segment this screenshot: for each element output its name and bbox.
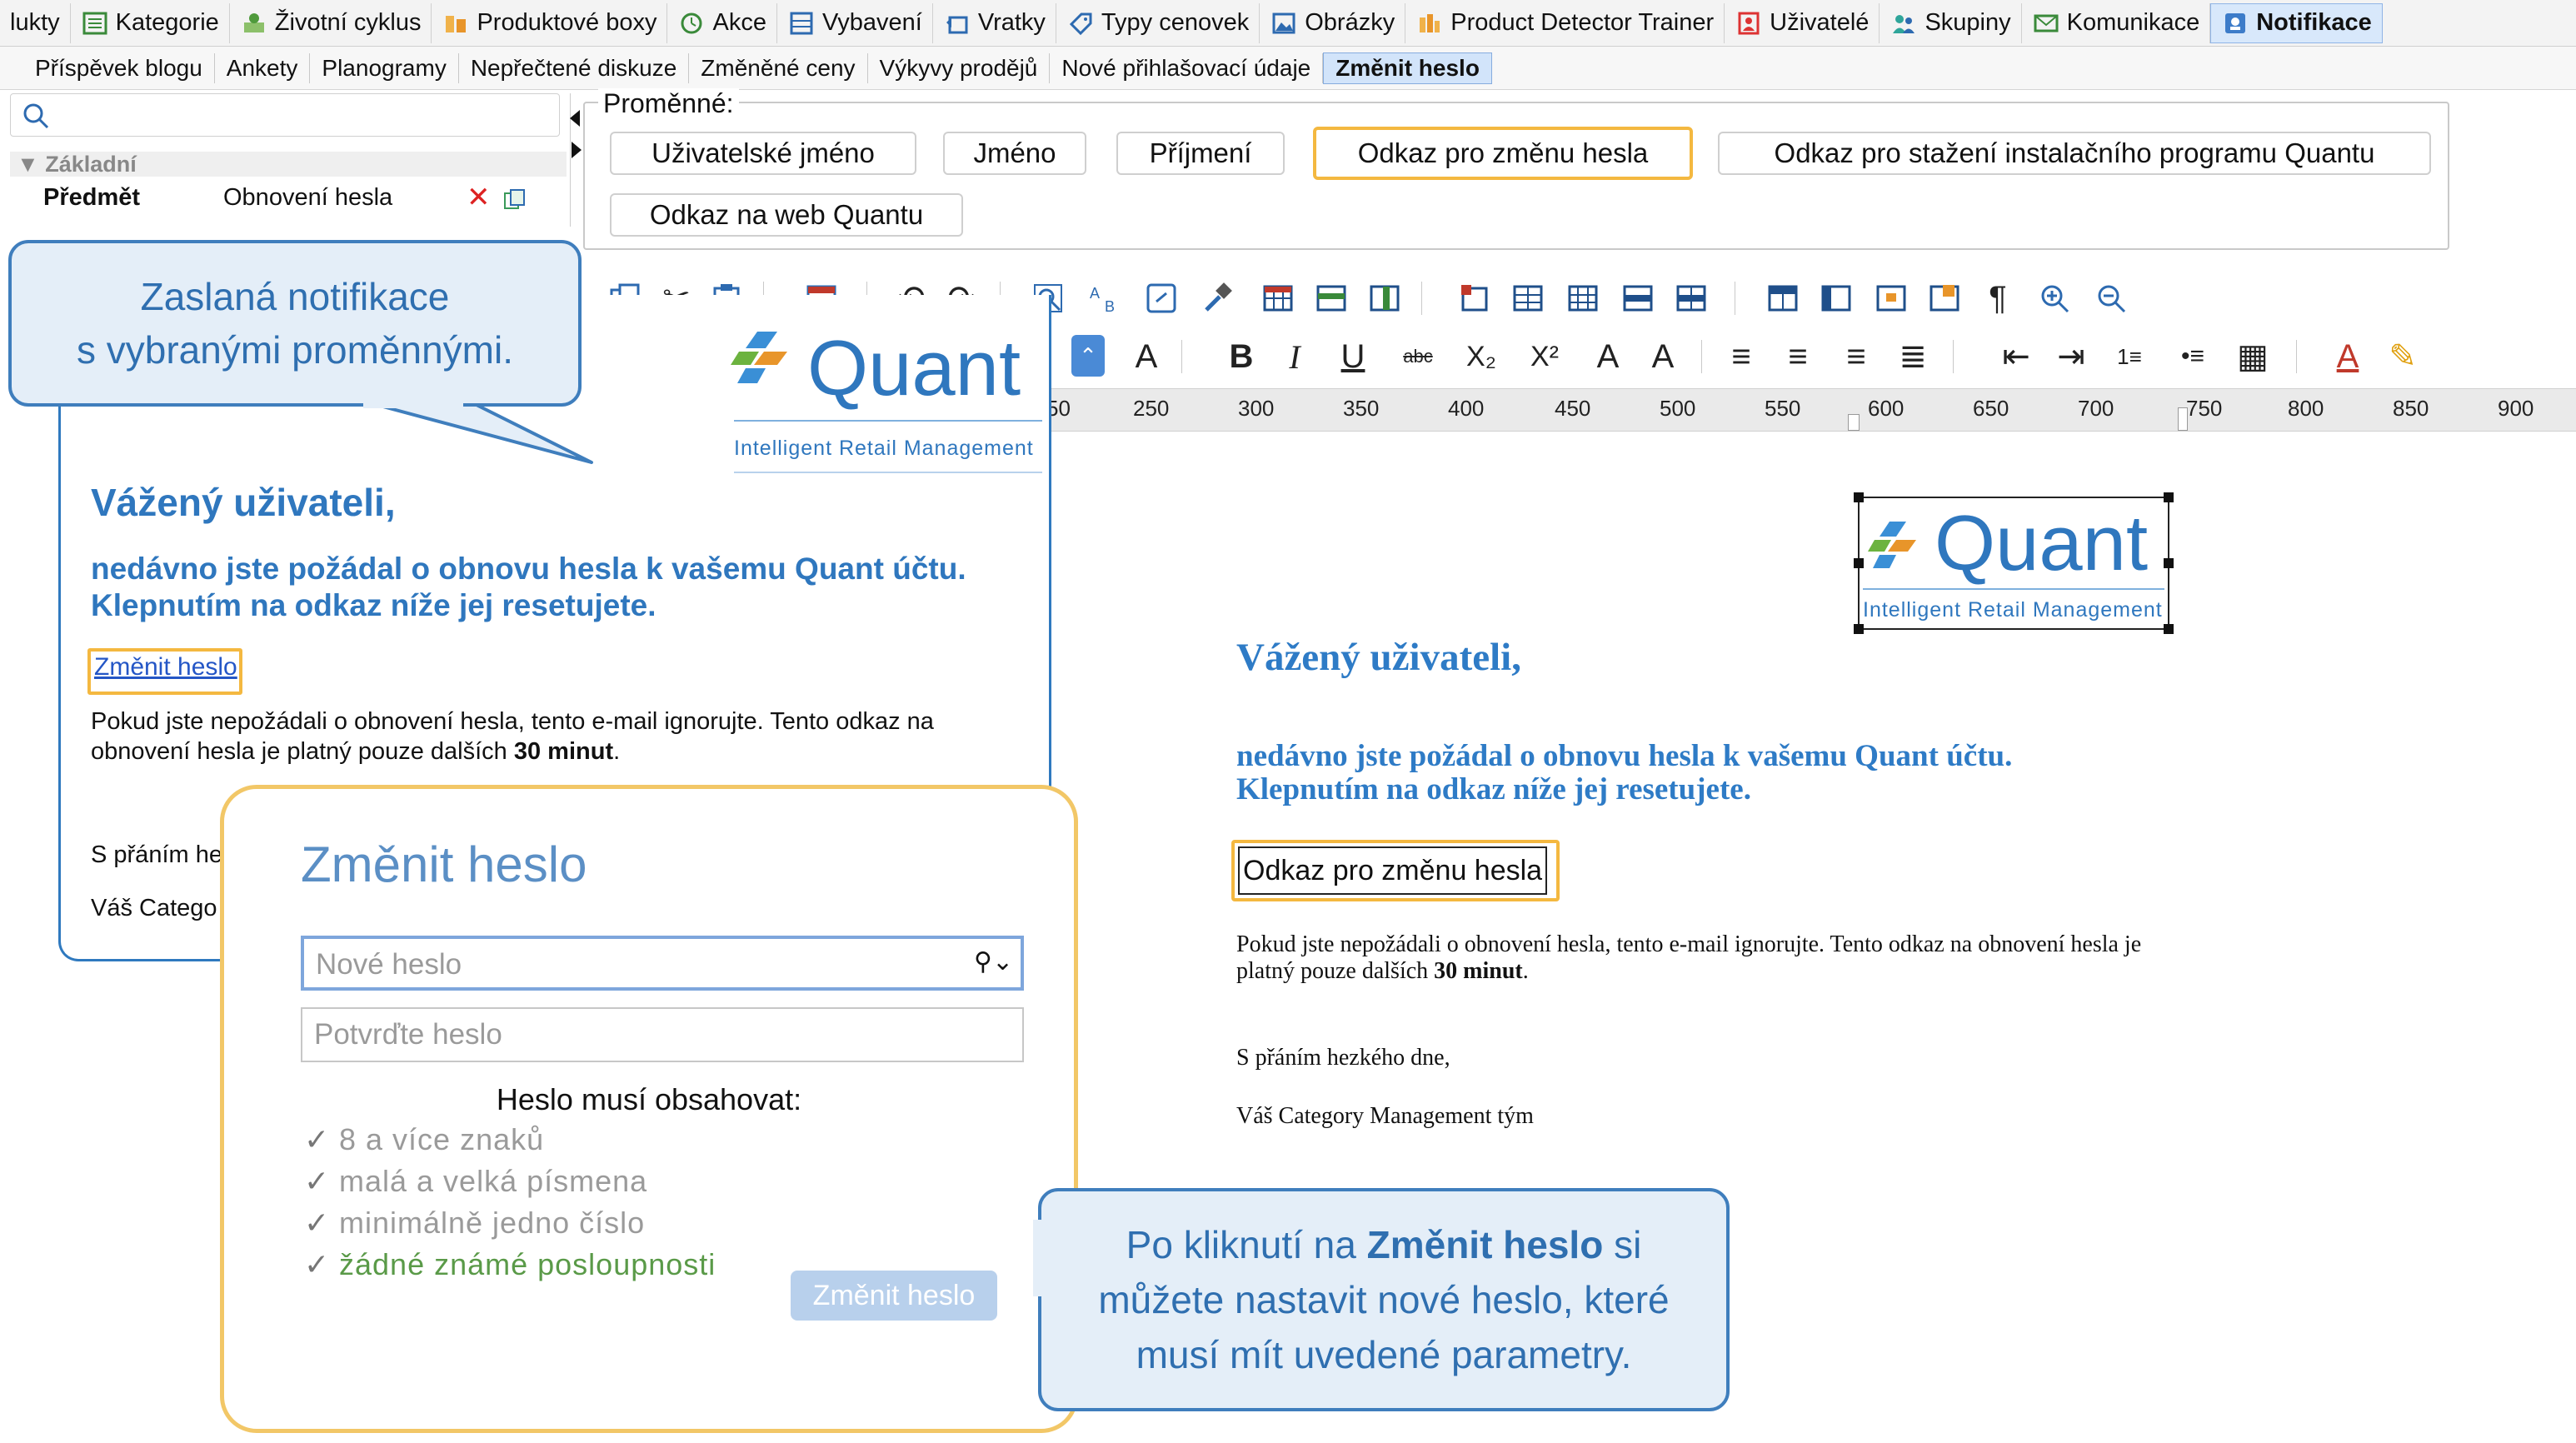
requirement-item: ✓ žádné známé posloupnosti bbox=[304, 1247, 716, 1282]
callout2-joint bbox=[1033, 1220, 1043, 1296]
requirements-heading: Heslo musí obsahovat: bbox=[496, 1082, 802, 1116]
check-icon: ✓ bbox=[304, 1247, 331, 1281]
requirement-text: 8 a více znaků bbox=[339, 1122, 545, 1156]
callout-text: si bbox=[1603, 1223, 1642, 1266]
callout-line: Po kliknutí na Změnit heslo si bbox=[1126, 1217, 1642, 1272]
requirement-text: žádné známé posloupnosti bbox=[339, 1247, 716, 1281]
password-key-icon[interactable]: ⚲⌄ bbox=[974, 947, 1013, 976]
callout1-pointer bbox=[357, 398, 593, 464]
requirement-item: ✓ 8 a více znaků bbox=[304, 1122, 544, 1157]
callout-notification: Zaslaná notifikace s vybranými proměnným… bbox=[8, 240, 582, 407]
callout-password-change: Po kliknutí na Změnit heslo si můžete na… bbox=[1038, 1188, 1730, 1411]
callout-bold: Změnit heslo bbox=[1366, 1223, 1604, 1266]
change-password-form: Změnit heslo Nové heslo ⚲⌄ Potvrďte hesl… bbox=[220, 785, 1078, 1433]
requirement-item: ✓ minimálně jedno číslo bbox=[304, 1206, 645, 1241]
callout-line: Zaslaná notifikace bbox=[140, 275, 450, 318]
callout-text: Po kliknutí na bbox=[1126, 1223, 1367, 1266]
callout-line: můžete nastavit nové heslo, které bbox=[1098, 1278, 1670, 1321]
callout1-joint bbox=[363, 398, 463, 408]
confirm-password-input[interactable]: Potvrďte heslo bbox=[301, 1007, 1024, 1062]
callout-line: s vybranými proměnnými. bbox=[76, 328, 514, 372]
check-icon: ✓ bbox=[304, 1164, 331, 1198]
requirement-text: minimálně jedno číslo bbox=[339, 1206, 646, 1240]
requirement-item: ✓ malá a velká písmena bbox=[304, 1164, 647, 1199]
new-password-input[interactable]: Nové heslo bbox=[301, 936, 1024, 991]
form-title: Změnit heslo bbox=[301, 836, 587, 892]
check-icon: ✓ bbox=[304, 1206, 331, 1240]
requirement-text: malá a velká písmena bbox=[339, 1164, 648, 1198]
submit-change-password-button[interactable]: Změnit heslo bbox=[791, 1271, 997, 1321]
callout-line: musí mít uvedené parametry. bbox=[1136, 1333, 1632, 1376]
check-icon: ✓ bbox=[304, 1122, 331, 1156]
